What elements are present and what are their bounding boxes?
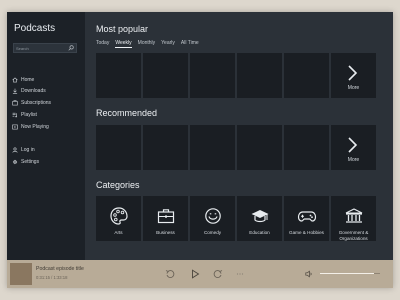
search-icon[interactable] [68,45,74,51]
sidebar-item-downloads[interactable]: Downloads [12,86,80,96]
chevron-right-icon [348,65,358,81]
sidebar-item-label: Subscriptions [21,100,52,106]
user-icon [12,147,18,153]
gear-icon [12,159,18,165]
sidebar-item-label: Log in [21,147,35,153]
category-education[interactable]: Education [237,196,282,241]
tab-yearly[interactable]: Yearly [161,40,175,48]
category-tiles: Arts Business Comedy Education Game & Ho… [96,196,376,241]
sidebar-item-log-in[interactable]: Log in [12,145,80,155]
now-playing-icon [12,124,18,130]
fast-forward-icon[interactable] [213,269,223,279]
sidebar-item-label: Downloads [21,88,46,94]
podcast-tile[interactable] [96,125,141,170]
category-label: Arts [114,230,123,235]
podcast-tile[interactable] [96,53,141,98]
recommended-title: Recommended [96,108,158,118]
graduation-cap-icon [251,210,269,223]
rewind-icon[interactable] [165,269,175,279]
volume-level [320,273,374,275]
category-label: Education [249,230,270,235]
category-label: Government & Organizations [338,230,369,241]
tab-all-time[interactable]: All Time [181,40,199,48]
category-government-organizations[interactable]: Government & Organizations [331,196,376,241]
sidebar-item-label: Playlist [21,112,37,118]
volume-icon[interactable] [305,270,313,278]
search-input[interactable] [16,44,66,52]
category-label: Business [156,230,175,235]
subscriptions-icon [12,100,18,106]
category-arts[interactable]: Arts [96,196,141,241]
more-popular-button[interactable]: More [331,53,376,98]
podcast-tile[interactable] [237,125,282,170]
gamepad-icon [297,211,317,222]
chevron-right-icon [348,137,358,153]
episode-time: 0:31:15 / 1:33:18 [36,275,68,280]
recommended-tiles: More [96,125,376,170]
palette-icon [110,207,128,225]
tab-monthly[interactable]: Monthly [138,40,156,48]
most-popular-title: Most popular [96,24,149,34]
sidebar-item-settings[interactable]: Settings [12,157,80,167]
episode-title: Podcast episode title [36,266,84,272]
search-box[interactable] [13,43,77,53]
podcasts-app-window: Podcasts Home Downloads Subsc [7,12,393,288]
sidebar-item-label: Settings [21,159,40,165]
time-range-tabs: Today Weekly Monthly Yearly All Time [96,40,199,48]
podcast-tile[interactable] [284,53,329,98]
sidebar: Podcasts Home Downloads Subsc [7,12,85,260]
sidebar-item-home[interactable]: Home [12,75,80,85]
podcast-tile[interactable] [143,53,188,98]
podcast-tile[interactable] [190,125,235,170]
category-label: Comedy [203,230,222,235]
sidebar-item-subscriptions[interactable]: Subscriptions [12,98,80,108]
government-building-icon [345,208,363,223]
more-recommended-button[interactable]: More [331,125,376,170]
podcast-tile[interactable] [284,125,329,170]
podcast-tile[interactable] [237,53,282,98]
more-label: More [347,157,360,163]
episode-artwork [10,263,32,285]
sidebar-item-playlist[interactable]: Playlist [12,110,80,120]
sidebar-item-label: Home [21,77,35,83]
main-content: Most popular Today Weekly Monthly Yearly… [85,12,393,260]
sidebar-item-now-playing[interactable]: Now Playing [12,122,80,132]
category-comedy[interactable]: Comedy [190,196,235,241]
category-game-hobbies[interactable]: Game & Hobbies [284,196,329,241]
most-popular-tiles: More [96,53,376,98]
home-icon [12,77,18,83]
tab-today[interactable]: Today [96,40,109,48]
download-icon [12,88,18,94]
category-label: Game & Hobbies [289,230,324,235]
podcast-tile[interactable] [143,125,188,170]
smiley-icon [205,208,221,224]
category-business[interactable]: Business [143,196,188,241]
podcast-tile[interactable] [190,53,235,98]
more-options-icon[interactable] [235,269,245,279]
app-title: Podcasts [14,23,56,34]
more-label: More [347,85,360,91]
playlist-icon [12,112,17,118]
player-bar: Podcast episode title 0:31:15 / 1:33:18 [7,260,393,288]
tab-weekly[interactable]: Weekly [115,40,132,48]
briefcase-icon [157,209,175,224]
categories-title: Categories [96,180,140,190]
play-icon[interactable] [190,269,200,279]
sidebar-item-label: Now Playing [21,124,49,130]
volume-slider[interactable] [320,273,380,275]
